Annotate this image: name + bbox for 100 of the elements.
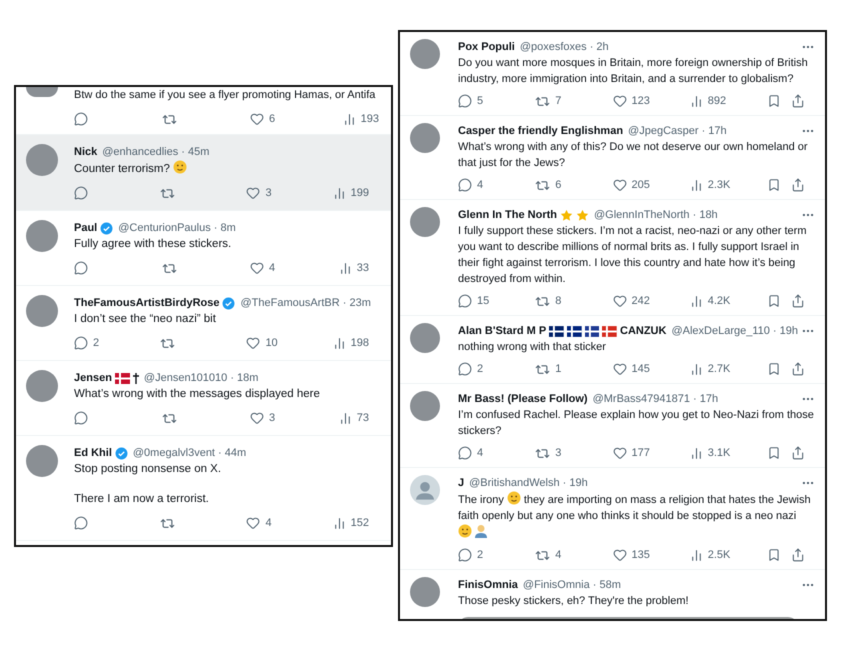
reply-button[interactable]: 5: [458, 94, 536, 108]
avatar-photo[interactable]: [26, 445, 58, 477]
author-name[interactable]: Glenn In The North: [458, 209, 557, 221]
star-icon: [576, 208, 589, 222]
speech-bubble-icon: [74, 336, 88, 350]
avatar-photo[interactable]: [410, 207, 440, 237]
views-button[interactable]: 3.1K: [690, 446, 767, 460]
avatar-photo[interactable]: [26, 87, 58, 97]
post-text: I don’t see the “neo nazi” bit: [74, 312, 217, 327]
like-button[interactable]: 3: [246, 186, 333, 200]
author-name[interactable]: J: [458, 477, 464, 489]
avatar-icon[interactable]: [410, 475, 440, 505]
heart-icon: [250, 261, 264, 275]
avatar-photo[interactable]: [26, 295, 58, 327]
share-button[interactable]: [791, 548, 805, 562]
avatar-photo[interactable]: [410, 123, 440, 153]
post-text: I fully support these stickers. I’m not a racist, neo-nazi or any other term you want to describe millions of normal brits as. I fully support Israel in their fight against terrorism. I love this country and hate how it’s being destroyed from within.: [458, 224, 808, 287]
reply-button[interactable]: 2: [74, 336, 160, 350]
post-card[interactable]: Nick @enhancedlies · 45m Counter terrorism? 3 199: [16, 135, 391, 211]
author-name[interactable]: Pox Populi: [458, 41, 515, 53]
bookmark-button[interactable]: [767, 548, 781, 562]
avatar-photo[interactable]: [26, 370, 58, 402]
like-button[interactable]: 10: [246, 336, 333, 350]
like-button[interactable]: 4: [250, 261, 338, 275]
like-button[interactable]: 177: [612, 446, 690, 460]
author-name[interactable]: Alan B'Stard M P: [458, 325, 546, 337]
like-button[interactable]: 145: [612, 362, 690, 376]
bar-chart-icon: [690, 294, 703, 308]
reply-button[interactable]: 4: [458, 446, 536, 460]
handle-and-time: @CenturionPaulus · 8m: [118, 222, 236, 234]
avatar-photo[interactable]: [410, 391, 440, 421]
author-name[interactable]: CANZUK: [620, 325, 666, 337]
views-button[interactable]: 33: [338, 262, 369, 274]
views-button[interactable]: 2.3K: [690, 178, 767, 192]
bookmark-button[interactable]: [767, 294, 781, 308]
views-button[interactable]: 4.2K: [690, 294, 767, 308]
share-button[interactable]: [791, 178, 805, 192]
share-button[interactable]: [791, 94, 805, 108]
views-button[interactable]: 73: [338, 412, 369, 424]
views-button[interactable]: 892: [690, 94, 767, 108]
like-button[interactable]: 4: [246, 516, 333, 530]
post-text: Do you want more mosques in Britain, more foreign ownership of British industry, more immigration into Britain, and a surrender to globalism?: [458, 56, 809, 87]
author-name[interactable]: FinisOmnia: [458, 579, 518, 591]
verified-badge-icon: [114, 446, 128, 460]
author-name[interactable]: TheFamousArtistBirdyRose: [74, 297, 220, 309]
author-name[interactable]: Jensen: [74, 372, 112, 384]
speech-bubble-icon: [458, 178, 472, 192]
avatar-photo[interactable]: [410, 577, 440, 607]
author-name[interactable]: Casper the friendly Englishman: [458, 125, 624, 137]
reply-button[interactable]: 2: [458, 548, 536, 562]
repost-button[interactable]: 8: [535, 294, 612, 308]
views-button[interactable]: 152: [332, 516, 370, 530]
heart-icon: [612, 548, 626, 562]
bar-chart-icon: [690, 94, 703, 108]
like-button[interactable]: 3: [250, 411, 338, 425]
heart-icon: [612, 178, 626, 192]
reply-button[interactable]: 15: [458, 294, 536, 308]
post-text: What’s wrong with the messages displayed here: [74, 387, 321, 402]
bookmark-icon: [767, 446, 781, 460]
avatar-photo[interactable]: [410, 323, 440, 353]
share-button[interactable]: [791, 362, 805, 376]
views-button[interactable]: 2.5K: [690, 548, 767, 562]
share-button[interactable]: [791, 294, 805, 308]
repost-button[interactable]: 1: [535, 362, 612, 376]
bookmark-button[interactable]: [767, 178, 781, 192]
like-button[interactable]: 242: [612, 294, 690, 308]
views-button[interactable]: 2.7K: [690, 362, 767, 376]
bookmark-button[interactable]: [767, 94, 781, 108]
reply-button[interactable]: 2: [458, 362, 536, 376]
views-button[interactable]: 198: [332, 336, 370, 350]
repost-button[interactable]: 4: [535, 548, 612, 562]
bookmark-button[interactable]: [767, 446, 781, 460]
author-name[interactable]: Nick: [74, 146, 98, 158]
repost-button[interactable]: 6: [535, 178, 612, 192]
avatar-photo[interactable]: [26, 144, 58, 176]
avatar-photo[interactable]: [26, 220, 58, 252]
author-name[interactable]: Paul: [74, 222, 98, 234]
post-text: nothing wrong with that sticker: [458, 340, 607, 355]
author-name[interactable]: Ed Khil: [74, 447, 112, 459]
cross-icon: [132, 372, 139, 384]
author-name[interactable]: Mr Bass! (Please Follow): [458, 393, 588, 405]
post-card[interactable]: Btw do the same if you see a flyer promoting Hamas, or Antifa 6 193: [16, 87, 391, 135]
repost-button[interactable]: 7: [535, 94, 612, 108]
bar-chart-icon: [332, 186, 346, 200]
avatar-photo[interactable]: [410, 39, 440, 69]
bar-chart-icon: [690, 446, 703, 460]
share-icon: [791, 294, 805, 308]
views-button[interactable]: 193: [342, 112, 379, 126]
bar-chart-icon: [690, 548, 703, 562]
reply-button[interactable]: 4: [458, 178, 536, 192]
bookmark-button[interactable]: [767, 362, 781, 376]
post-text: I’m confused Rachel. Please explain how you get to Neo-Nazi from those stickers?: [458, 408, 815, 439]
repost-button[interactable]: 3: [535, 446, 612, 460]
like-button[interactable]: 205: [612, 178, 690, 192]
like-button[interactable]: 123: [612, 94, 690, 108]
like-button[interactable]: 6: [250, 112, 338, 126]
views-button[interactable]: 199: [332, 186, 370, 200]
bookmark-icon: [767, 548, 781, 562]
like-button[interactable]: 135: [612, 548, 690, 562]
share-button[interactable]: [791, 446, 805, 460]
